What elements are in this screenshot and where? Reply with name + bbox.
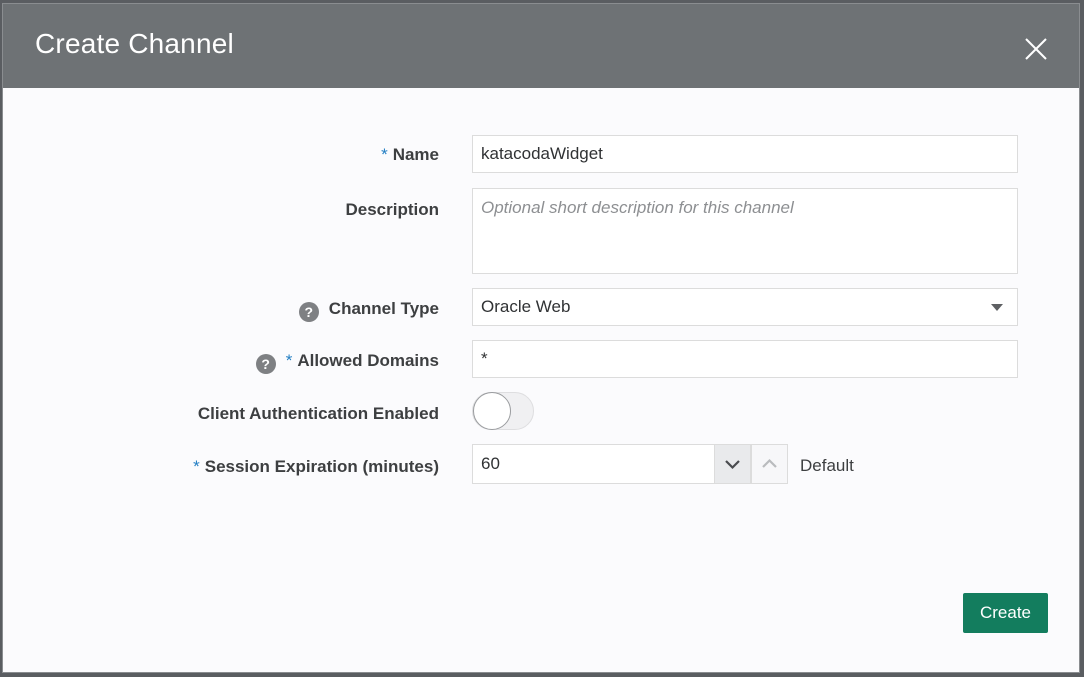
allowed-domains-label: ? * Allowed Domains <box>255 351 439 374</box>
description-label: Description <box>345 200 439 219</box>
default-note: Default <box>800 456 854 475</box>
create-button[interactable]: Create <box>963 593 1048 633</box>
dialog-title: Create Channel <box>35 28 234 59</box>
required-mark: * <box>285 351 293 370</box>
description-textarea[interactable] <box>472 188 1018 274</box>
channel-type-label: ? Channel Type <box>298 299 439 322</box>
channel-type-value: Oracle Web <box>481 297 571 316</box>
allowed-domains-input[interactable] <box>472 340 1018 378</box>
help-icon[interactable]: ? <box>298 302 319 322</box>
increment-button[interactable] <box>751 444 788 484</box>
client-auth-toggle[interactable] <box>472 392 534 430</box>
chevron-down-icon <box>725 460 740 470</box>
dialog-header: Create Channel <box>3 4 1079 88</box>
chevron-up-icon <box>762 458 777 468</box>
name-input[interactable] <box>472 135 1018 173</box>
name-label: * Name <box>381 145 439 164</box>
dropdown-arrow-icon <box>991 304 1003 311</box>
required-mark: * <box>193 457 200 476</box>
decrement-button[interactable] <box>714 444 751 484</box>
close-button[interactable] <box>1021 34 1051 64</box>
required-mark: * <box>381 145 388 164</box>
session-expiration-label: * Session Expiration (minutes) <box>193 457 439 476</box>
session-expiration-input[interactable] <box>472 444 714 484</box>
create-channel-dialog: Create Channel *Name Description ?Channe… <box>2 3 1080 673</box>
channel-type-select[interactable]: Oracle Web <box>472 288 1018 326</box>
toggle-knob <box>473 392 511 430</box>
close-icon <box>1025 38 1047 60</box>
client-auth-label: Client Authentication Enabled <box>197 404 439 423</box>
help-icon[interactable]: ? <box>255 354 276 374</box>
